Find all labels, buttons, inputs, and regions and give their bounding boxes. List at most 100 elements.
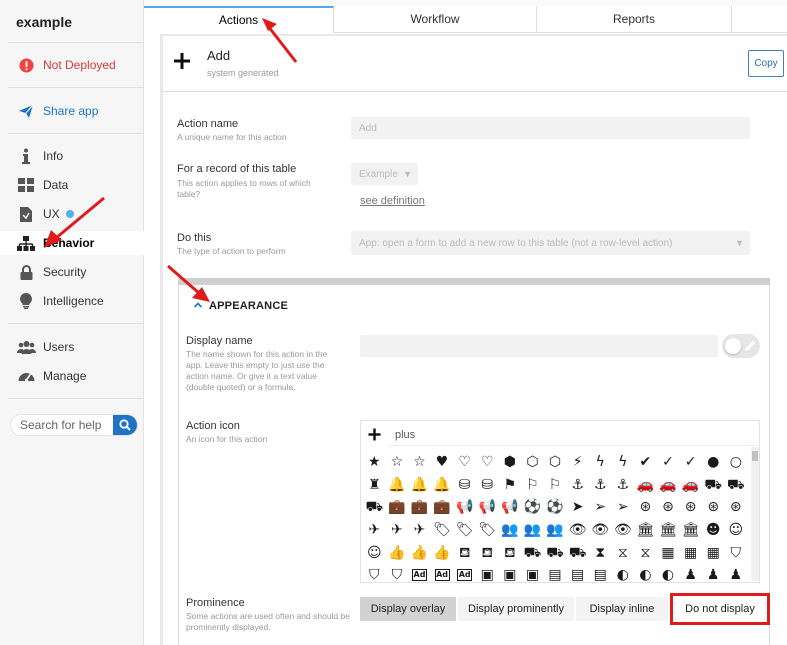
prominence-do-not-display-button[interactable]: Do not display <box>670 593 770 625</box>
icon-option[interactable]: ϟ <box>589 451 612 474</box>
icon-option[interactable]: ⊛ <box>657 496 680 519</box>
sidebar-item-manage[interactable]: Manage <box>0 364 144 388</box>
icon-option[interactable]: ✈ <box>386 519 409 542</box>
icon-option[interactable]: ⛁ <box>476 474 499 497</box>
icon-option[interactable]: 🏷 <box>431 519 454 542</box>
sidebar-item-ux[interactable]: UX <box>0 202 144 226</box>
icon-option[interactable]: ⬡ <box>521 451 544 474</box>
table-select[interactable]: Example ▼ <box>351 163 418 185</box>
icon-option[interactable]: ♥ <box>431 451 454 474</box>
icon-option[interactable]: 🔔 <box>408 474 431 497</box>
icon-option[interactable]: ⛉ <box>725 541 748 564</box>
icon-option[interactable]: ☆ <box>408 451 431 474</box>
icon-option[interactable]: 👍 <box>431 541 454 564</box>
icon-option[interactable]: ▤ <box>589 564 612 581</box>
icon-option[interactable]: ⬢ <box>499 451 522 474</box>
icon-option[interactable]: 🏛 <box>679 519 702 542</box>
icon-option[interactable]: ☻ <box>702 519 725 542</box>
icon-option[interactable]: 👥 <box>544 519 567 542</box>
icon-option[interactable]: ⛉ <box>386 564 409 581</box>
scrollbar-thumb[interactable] <box>752 451 758 461</box>
icon-option[interactable]: 🚗 <box>657 474 680 497</box>
icon-option[interactable]: ○ <box>725 451 748 474</box>
icon-option[interactable]: ◐ <box>634 564 657 581</box>
icon-option[interactable]: ▣ <box>499 564 522 581</box>
chevron-up-icon[interactable] <box>193 300 203 310</box>
icon-option[interactable]: 🏛 <box>634 519 657 542</box>
icon-option[interactable]: 👁 <box>566 519 589 542</box>
icon-option[interactable]: Ad <box>434 569 450 581</box>
icon-option[interactable]: ⚓ <box>612 474 635 497</box>
see-definition-link[interactable]: see definition <box>360 195 425 207</box>
icon-option[interactable]: ➢ <box>589 496 612 519</box>
icon-option[interactable]: ⛟ <box>725 474 748 497</box>
icon-option[interactable]: ▣ <box>476 564 499 581</box>
icon-option[interactable]: 👍 <box>408 541 431 564</box>
icon-option[interactable]: ◐ <box>657 564 680 581</box>
help-search-button[interactable] <box>113 415 137 435</box>
icon-option[interactable]: ♡ <box>476 451 499 474</box>
icon-option[interactable]: ▦ <box>657 541 680 564</box>
deploy-status[interactable]: Not Deployed <box>0 53 144 77</box>
icon-option[interactable]: ⚑ <box>499 474 522 497</box>
action-header[interactable]: Add system generated Copy <box>163 36 787 92</box>
icon-option[interactable]: 👁 <box>612 519 635 542</box>
icon-option[interactable]: ⛟ <box>566 541 589 564</box>
icon-option[interactable]: 📢 <box>476 496 499 519</box>
icon-option[interactable]: ☺ <box>363 541 386 564</box>
help-search-input[interactable] <box>11 415 113 435</box>
icon-option[interactable]: ✔ <box>634 451 657 474</box>
icon-option[interactable]: ⚓ <box>566 474 589 497</box>
icon-search-input[interactable] <box>389 424 758 446</box>
icon-option[interactable]: ⚽ <box>521 496 544 519</box>
icon-option[interactable]: ⧖ <box>634 541 657 564</box>
icon-option[interactable]: ⛟ <box>521 541 544 564</box>
icon-option[interactable]: 👥 <box>499 519 522 542</box>
icon-option[interactable]: 👥 <box>521 519 544 542</box>
icon-option[interactable]: ⬡ <box>544 451 567 474</box>
icon-option[interactable]: ⛁ <box>453 474 476 497</box>
icon-option[interactable]: 🏷 <box>453 519 476 542</box>
share-app-link[interactable]: Share app <box>0 99 144 123</box>
icon-option[interactable]: 💼 <box>386 496 409 519</box>
icon-option[interactable]: ⊛ <box>634 496 657 519</box>
icon-option[interactable]: ★ <box>363 451 386 474</box>
icon-option[interactable]: ⚐ <box>521 474 544 497</box>
sidebar-item-behavior[interactable]: Behavior <box>0 231 144 255</box>
icon-option[interactable]: 🏷 <box>476 519 499 542</box>
icon-option[interactable]: ♡ <box>453 451 476 474</box>
icon-option[interactable]: ⛟ <box>544 541 567 564</box>
icon-option[interactable]: ➢ <box>612 496 635 519</box>
icon-grid-scrollbar[interactable] <box>751 447 759 581</box>
sidebar-item-data[interactable]: Data <box>0 173 144 197</box>
icon-option[interactable]: ➤ <box>566 496 589 519</box>
sidebar-item-security[interactable]: Security <box>0 260 144 284</box>
icon-option[interactable]: ✓ <box>679 451 702 474</box>
do-this-select[interactable]: App: open a form to add a new row to thi… <box>351 231 750 255</box>
icon-option[interactable]: 📢 <box>453 496 476 519</box>
icon-option[interactable]: ✓ <box>657 451 680 474</box>
icon-option[interactable]: Ad <box>457 569 473 581</box>
icon-option[interactable]: 🔔 <box>431 474 454 497</box>
icon-option[interactable]: 💼 <box>408 496 431 519</box>
icon-option[interactable]: ♟ <box>725 564 748 581</box>
tab-workflow[interactable]: Workflow <box>334 6 537 33</box>
sidebar-item-info[interactable]: Info <box>0 144 144 168</box>
icon-option[interactable]: 🚗 <box>679 474 702 497</box>
icon-option[interactable]: ⊛ <box>725 496 748 519</box>
icon-option[interactable]: ☺ <box>725 519 748 542</box>
icon-option[interactable]: Ad <box>411 569 427 581</box>
icon-option[interactable]: ϟ <box>612 451 635 474</box>
icon-option[interactable]: ⊛ <box>679 496 702 519</box>
icon-option[interactable]: ♟ <box>702 564 725 581</box>
icon-option[interactable]: 👁 <box>589 519 612 542</box>
sidebar-item-intelligence[interactable]: Intelligence <box>0 289 144 313</box>
appearance-title[interactable]: APPEARANCE <box>209 300 288 312</box>
icon-option[interactable]: ⛟ <box>363 496 386 519</box>
icon-option[interactable]: ⊛ <box>702 496 725 519</box>
icon-option[interactable]: ⚐ <box>544 474 567 497</box>
icon-option[interactable]: ▤ <box>566 564 589 581</box>
icon-option[interactable]: ⛟ <box>702 474 725 497</box>
icon-option[interactable]: ☆ <box>386 451 409 474</box>
icon-option[interactable]: 📢 <box>499 496 522 519</box>
